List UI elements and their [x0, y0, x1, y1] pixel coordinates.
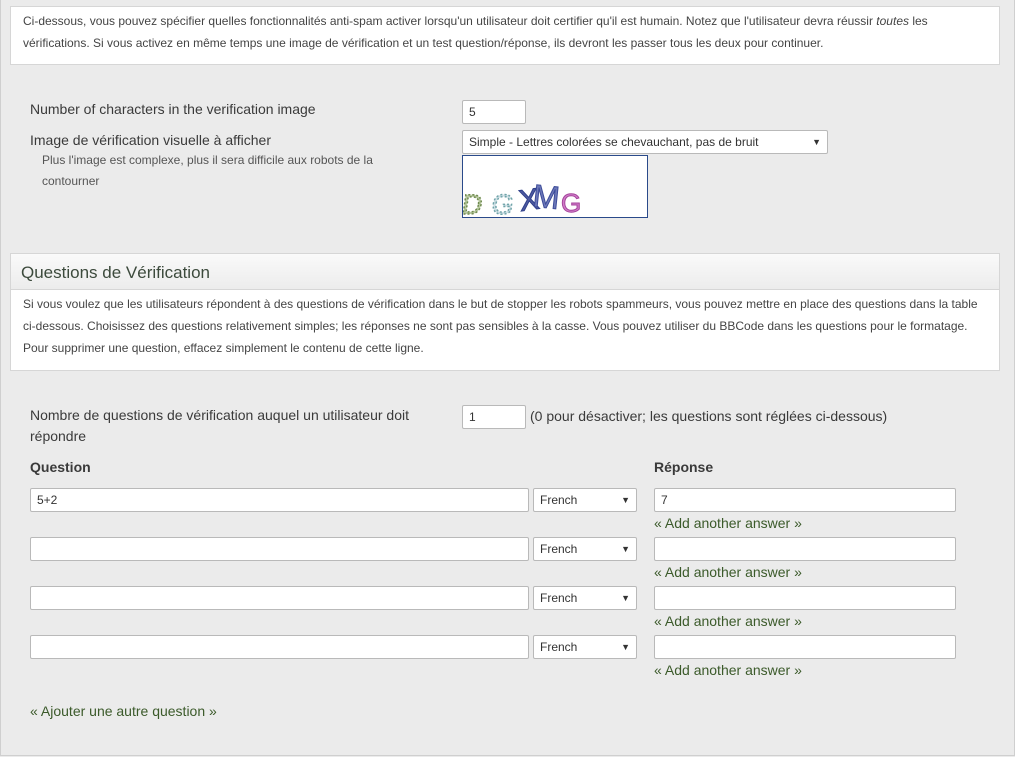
- question-language-select-4[interactable]: French ▼: [533, 635, 637, 659]
- add-answer-link-2[interactable]: « Add another answer »: [654, 564, 802, 580]
- answer-input-3[interactable]: [654, 586, 956, 610]
- answer-input-4[interactable]: [654, 635, 956, 659]
- question-language-select-1[interactable]: French ▼: [533, 488, 637, 512]
- chevron-down-icon: ▼: [621, 642, 630, 652]
- captcha-letter-4: M: [531, 178, 561, 217]
- image-type-label: Image de vérification visuelle à affiche…: [30, 132, 271, 148]
- question-column-header: Question: [30, 459, 91, 475]
- question-language-select-2[interactable]: French ▼: [533, 537, 637, 561]
- chevron-down-icon: ▼: [621, 593, 630, 603]
- add-answer-link-3[interactable]: « Add another answer »: [654, 613, 802, 629]
- image-type-hint: Plus l'image est complexe, plus il sera …: [42, 153, 373, 188]
- question-count-input[interactable]: 1: [462, 405, 526, 429]
- image-type-select[interactable]: Simple - Lettres colorées se chevauchant…: [462, 130, 828, 154]
- question-language-select-3[interactable]: French ▼: [533, 586, 637, 610]
- add-answer-link-1[interactable]: « Add another answer »: [654, 515, 802, 531]
- captcha-preview: D G X M G: [459, 155, 648, 221]
- answer-input-2[interactable]: [654, 537, 956, 561]
- anti-spam-intro: Ci-dessous, vous pouvez spécifier quelle…: [10, 6, 1000, 65]
- question-input-2[interactable]: [30, 537, 529, 561]
- chevron-down-icon: ▼: [812, 137, 821, 147]
- question-input-4[interactable]: [30, 635, 529, 659]
- question-input-1[interactable]: 5+2: [30, 488, 529, 512]
- add-answer-link-4[interactable]: « Add another answer »: [654, 662, 802, 678]
- answer-column-header: Réponse: [654, 459, 714, 475]
- chevron-down-icon: ▼: [621, 544, 630, 554]
- question-count-label: Nombre de questions de vérification auqu…: [30, 407, 410, 444]
- captcha-letter-5: G: [561, 188, 581, 217]
- chars-count-input[interactable]: 5: [462, 100, 526, 124]
- answer-input-1[interactable]: 7: [654, 488, 956, 512]
- question-input-3[interactable]: [30, 586, 529, 610]
- question-count-note: (0 pour désactiver; les questions sont r…: [530, 408, 888, 424]
- captcha-image: D G X M G: [459, 177, 581, 221]
- captcha-letter-2: G: [490, 189, 515, 217]
- captcha-letter-1: D: [463, 189, 485, 217]
- questions-section-title: Questions de Vérification: [10, 253, 1000, 290]
- chars-count-label: Number of characters in the verification…: [30, 101, 316, 117]
- questions-description: Si vous voulez que les utilisateurs répo…: [10, 289, 1000, 371]
- chevron-down-icon: ▼: [621, 495, 630, 505]
- add-question-link[interactable]: « Ajouter une autre question »: [30, 703, 217, 719]
